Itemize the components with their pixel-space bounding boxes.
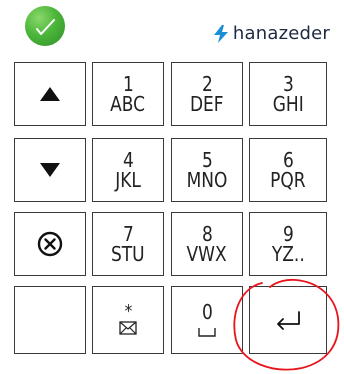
enter-key[interactable] [249,286,327,354]
arrow-up-key[interactable] [14,62,86,126]
key-5-letters: MNO [186,168,228,192]
key-2-digit: 2 [201,72,213,96]
key-8[interactable]: 8 VWX [171,212,243,276]
triangle-up-icon [40,87,60,101]
key-4[interactable]: 4 JKL [92,138,164,202]
key-7-letters: STU [111,242,145,266]
key-2-letters: DEF [190,92,224,116]
key-8-digit: 8 [201,222,213,246]
keypad-screen: hanazeder 1 ABC 2 DEF 3 GHI 4 JKL 5 MNO … [0,0,344,374]
brand-name: hanazeder [232,23,330,44]
key-4-digit: 4 [122,148,134,172]
space-icon [198,328,216,337]
key-6-letters: PQR [270,168,306,192]
key-6[interactable]: 6 PQR [249,138,327,202]
lightning-bolt-icon [213,24,228,43]
key-8-letters: VWX [186,242,228,266]
key-9-digit: 9 [282,222,294,246]
key-4-letters: JKL [115,168,141,192]
envelope-icon [119,321,137,335]
brand-logo: hanazeder [213,23,330,44]
triangle-down-icon [40,163,60,177]
key-6-digit: 6 [282,148,294,172]
blank-key[interactable] [14,286,86,354]
key-3-letters: GHI [272,92,304,116]
key-7[interactable]: 7 STU [92,212,164,276]
key-0-digit: 0 [201,300,213,324]
key-1-letters: ABC [110,92,146,116]
key-3-digit: 3 [282,72,294,96]
circle-x-icon [37,231,63,257]
key-5-digit: 5 [201,148,213,172]
key-star[interactable]: * [92,286,164,354]
cancel-key[interactable] [14,212,86,276]
checkmark-circle-icon [25,6,65,46]
arrow-down-key[interactable] [14,138,86,202]
key-1-digit: 1 [122,72,134,96]
key-9[interactable]: 9 YZ.. [249,212,327,276]
key-1[interactable]: 1 ABC [92,62,164,126]
key-3[interactable]: 3 GHI [249,62,327,126]
key-2[interactable]: 2 DEF [171,62,243,126]
key-5[interactable]: 5 MNO [171,138,243,202]
key-star-symbol: * [124,301,132,322]
key-0[interactable]: 0 [171,286,243,354]
key-7-digit: 7 [122,222,134,246]
enter-return-icon [277,311,300,330]
key-9-letters: YZ.. [271,242,305,266]
